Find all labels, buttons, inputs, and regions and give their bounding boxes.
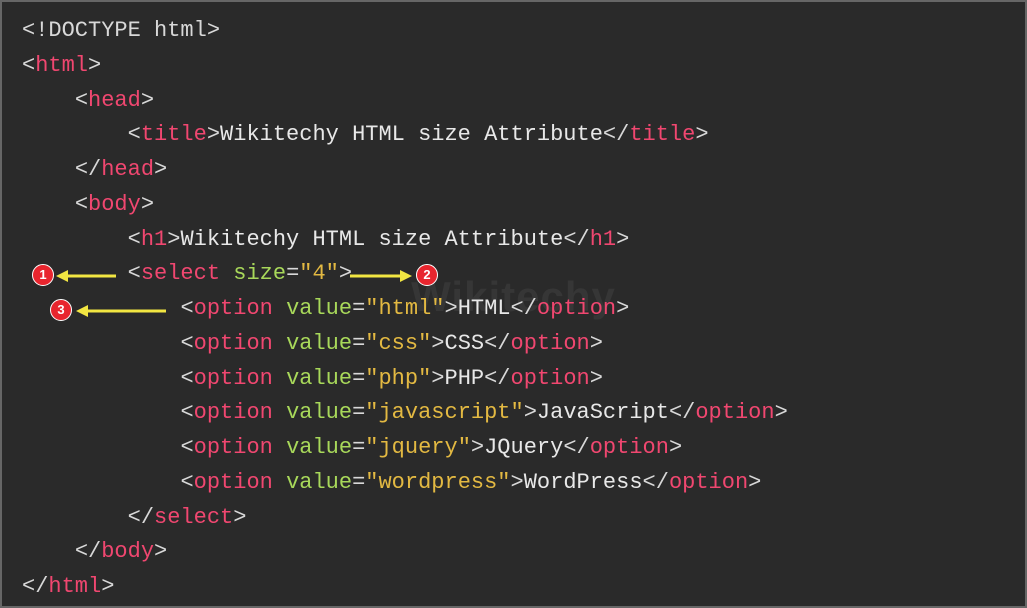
code-line-10: <option value="css">CSS</option> <box>22 327 1005 362</box>
code-line-4: <title>Wikitechy HTML size Attribute</ti… <box>22 118 1005 153</box>
code-line-14: <option value="wordpress">WordPress</opt… <box>22 466 1005 501</box>
annotation-badge-2: 2 <box>416 264 438 286</box>
arrow-left-icon <box>76 303 166 319</box>
arrow-right-icon <box>350 268 412 284</box>
code-line-6: <body> <box>22 188 1005 223</box>
code-line-7: <h1>Wikitechy HTML size Attribute</h1> <box>22 223 1005 258</box>
doctype-declaration: <!DOCTYPE html> <box>22 18 220 43</box>
code-line-8: <select size="4"> <box>22 257 1005 292</box>
code-line-1: <!DOCTYPE html> <box>22 14 1005 49</box>
code-line-9: <option value="html">HTML</option> <box>22 292 1005 327</box>
arrow-left-icon <box>56 268 116 284</box>
code-line-15: </select> <box>22 501 1005 536</box>
annotation-badge-3: 3 <box>50 299 72 321</box>
code-line-17: </html> <box>22 570 1005 605</box>
code-line-13: <option value="jquery">JQuery</option> <box>22 431 1005 466</box>
annotation-badge-1: 1 <box>32 264 54 286</box>
code-line-16: </body> <box>22 535 1005 570</box>
code-line-3: <head> <box>22 84 1005 119</box>
code-line-5: </head> <box>22 153 1005 188</box>
code-line-2: <html> <box>22 49 1005 84</box>
code-line-11: <option value="php">PHP</option> <box>22 362 1005 397</box>
code-line-12: <option value="javascript">JavaScript</o… <box>22 396 1005 431</box>
